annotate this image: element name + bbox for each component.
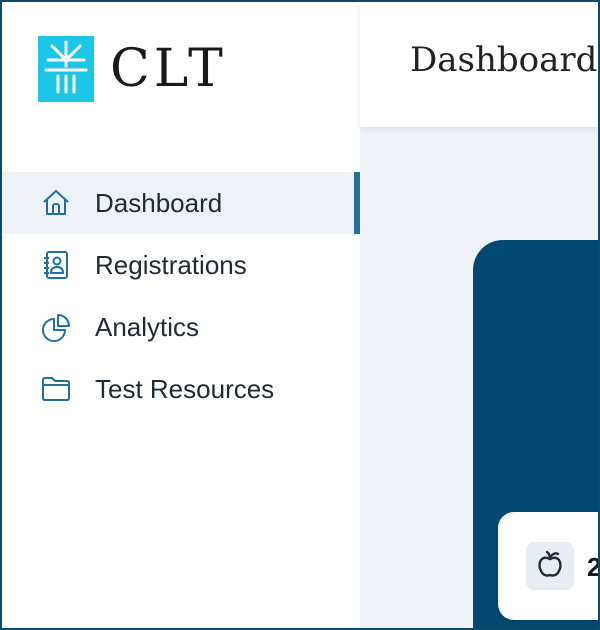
folder-icon <box>38 371 74 407</box>
sidebar-nav: Dashboard Registrations Analytics Test R… <box>2 172 360 420</box>
apple-icon <box>536 549 564 583</box>
clt-logo-icon <box>38 36 94 102</box>
sidebar-item-dashboard[interactable]: Dashboard <box>2 172 360 234</box>
sidebar-item-label: Dashboard <box>95 187 223 218</box>
pie-chart-icon <box>38 309 74 345</box>
brand-name: CLT <box>110 39 227 99</box>
home-icon <box>38 185 74 221</box>
summary-card[interactable]: 2 <box>498 512 598 620</box>
sidebar-item-analytics[interactable]: Analytics <box>2 296 360 358</box>
sidebar-item-label: Registrations <box>95 249 247 280</box>
contact-book-icon <box>38 247 74 283</box>
sidebar: CLT Dashboard Registrations Analytics Te… <box>2 2 360 628</box>
apple-icon-container <box>526 542 574 590</box>
sidebar-item-label: Test Resources <box>95 373 275 404</box>
sidebar-item-test-resources[interactable]: Test Resources <box>2 358 360 420</box>
sidebar-item-registrations[interactable]: Registrations <box>2 234 360 296</box>
top-header: Dashboard <box>360 2 598 127</box>
card-value: 2 <box>587 552 598 582</box>
main-content: Dashboard 2 <box>360 2 598 628</box>
sidebar-item-label: Analytics <box>95 311 200 342</box>
brand-logo[interactable]: CLT <box>38 36 227 102</box>
page-title: Dashboard <box>410 40 598 80</box>
